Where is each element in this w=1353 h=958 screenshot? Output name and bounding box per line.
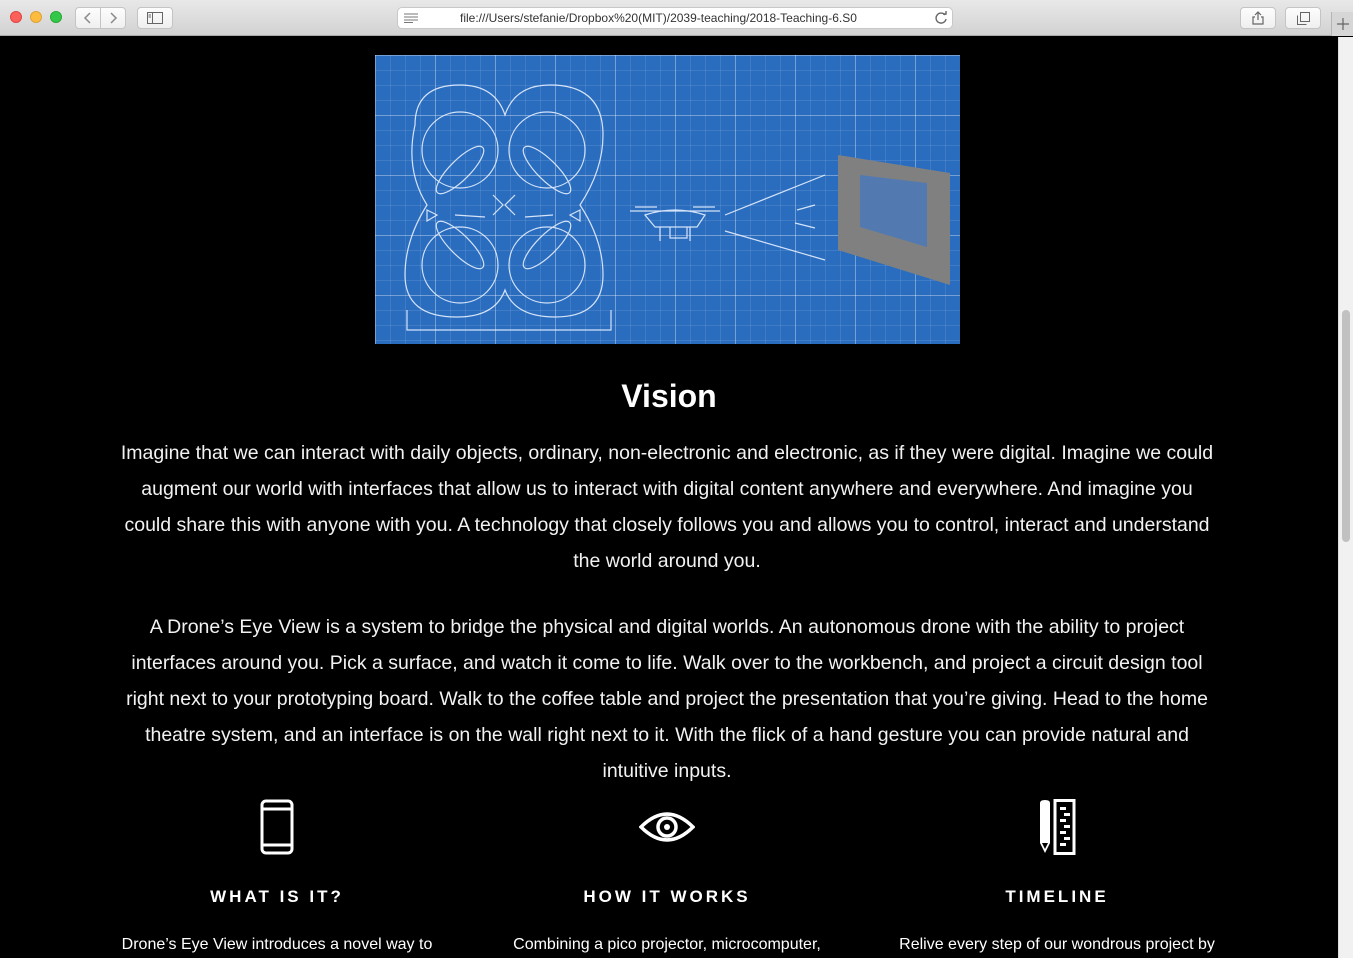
chevron-left-icon	[83, 12, 91, 24]
tabs-overview-icon	[1296, 11, 1310, 25]
smartphone-icon	[260, 799, 294, 855]
eye-icon	[639, 812, 695, 842]
chevron-right-icon	[110, 12, 118, 24]
pencil-ruler-icon	[1040, 799, 1076, 855]
vision-paragraph-1: Imagine that we can interact with daily …	[120, 441, 1214, 572]
zoom-window-button[interactable]	[50, 11, 62, 23]
browser-toolbar: file:///Users/stefanie/Dropbox%20(MIT)/2…	[0, 0, 1353, 36]
feature-text: Combining a pico projector, microcompute…	[513, 936, 821, 953]
share-icon	[1252, 11, 1264, 25]
new-tab-button[interactable]	[1331, 12, 1353, 36]
feature-title: TIMELINE	[1005, 887, 1109, 906]
url-text[interactable]: file:///Users/stefanie/Dropbox%20(MIT)/2…	[460, 11, 890, 25]
scrollbar-thumb[interactable]	[1342, 310, 1350, 542]
reader-view-icon[interactable]	[404, 13, 418, 23]
share-button[interactable]	[1240, 7, 1276, 29]
close-window-button[interactable]	[10, 11, 22, 23]
sidebar-icon	[147, 12, 163, 24]
vision-title: Vision	[621, 378, 717, 415]
feature-title: WHAT IS IT?	[210, 887, 344, 906]
vertical-scrollbar[interactable]	[1338, 37, 1353, 958]
feature-what-is-it: WHAT IS IT? Drone’s Eye View introduces …	[82, 797, 472, 956]
back-button[interactable]	[75, 7, 101, 29]
forward-button[interactable]	[100, 7, 126, 29]
reload-icon[interactable]	[934, 11, 948, 25]
hero-blueprint-image	[375, 55, 960, 344]
minimize-window-button[interactable]	[30, 11, 42, 23]
address-bar[interactable]: file:///Users/stefanie/Dropbox%20(MIT)/2…	[397, 7, 953, 29]
plus-icon	[1336, 18, 1349, 30]
feature-text: Relive every step of our wondrous projec…	[899, 936, 1215, 953]
page-viewport: Vision Imagine that we can interact with…	[0, 37, 1338, 958]
feature-how-it-works: HOW IT WORKS Combining a pico projector,…	[472, 797, 862, 956]
drone-blueprint-illustration	[404, 84, 950, 331]
feature-text: Drone’s Eye View introduces a novel way …	[121, 936, 433, 953]
feature-timeline: TIMELINE Relive every step of our wondro…	[862, 797, 1252, 956]
feature-title: HOW IT WORKS	[583, 887, 751, 906]
show-tabs-button[interactable]	[1285, 7, 1321, 29]
vision-paragraph-2: A Drone’s Eye View is a system to bridge…	[126, 615, 1208, 782]
sidebar-toggle-button[interactable]	[137, 7, 173, 29]
